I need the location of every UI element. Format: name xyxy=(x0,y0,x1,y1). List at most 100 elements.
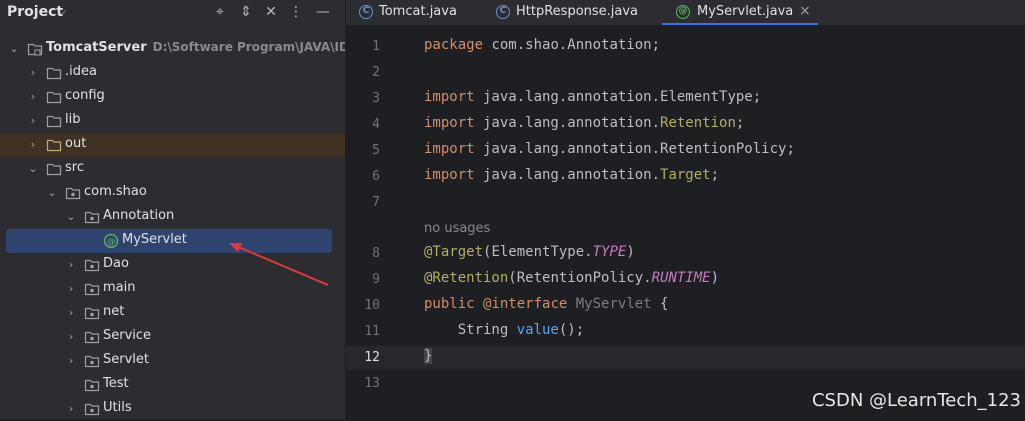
line-number: 8 xyxy=(372,246,380,261)
package-icon xyxy=(84,211,100,224)
code-token: @Target xyxy=(424,244,484,260)
tree-item-label: TomcatServer xyxy=(46,40,147,55)
source-folder-icon xyxy=(46,163,62,176)
code-token: import xyxy=(424,141,475,157)
tree-item-annotation[interactable]: ⌄ Annotation xyxy=(0,205,345,229)
project-title[interactable]: Project xyxy=(7,4,63,20)
code-line: import java.lang.annotation.Target; xyxy=(424,167,719,183)
module-folder-icon xyxy=(27,43,43,56)
tree-item-servlet[interactable]: › Servlet xyxy=(0,349,345,373)
package-icon xyxy=(84,355,100,368)
code-token: @interface xyxy=(483,296,568,312)
code-token: (RetentionPolicy. xyxy=(508,270,652,286)
chevron-right-icon[interactable]: › xyxy=(27,137,39,153)
tree-item-label: main xyxy=(103,280,136,295)
annotation-icon: @ xyxy=(676,5,690,19)
tab-httpresponse-java[interactable]: C HttpResponse.java xyxy=(486,0,662,25)
current-line-highlight xyxy=(346,346,1025,370)
locate-icon[interactable]: ⌖ xyxy=(211,3,229,21)
package-icon xyxy=(84,259,100,272)
chevron-right-icon[interactable]: › xyxy=(27,89,39,105)
tree-item-idea[interactable]: › .idea xyxy=(0,61,345,85)
expand-all-icon[interactable]: ⇕ xyxy=(237,3,255,21)
code-token: ; xyxy=(752,89,762,105)
code-token: java.lang.annotation. xyxy=(474,167,661,183)
code-line: import java.lang.annotation.Retention; xyxy=(424,115,744,131)
folder-icon xyxy=(46,91,62,104)
tree-item-out[interactable]: › out xyxy=(0,133,345,157)
package-icon xyxy=(65,187,81,200)
line-number: 12 xyxy=(364,350,380,365)
chevron-right-icon[interactable]: › xyxy=(65,329,77,345)
code-token: Target xyxy=(660,167,711,183)
chevron-down-icon[interactable]: ⌵ xyxy=(57,4,66,19)
tree-item-label: out xyxy=(65,136,87,151)
package-icon xyxy=(84,379,100,392)
tree-item-label: src xyxy=(65,160,84,175)
line-number: 2 xyxy=(372,65,380,80)
class-icon: C xyxy=(496,5,510,19)
code-line: import java.lang.annotation.ElementType; xyxy=(424,89,761,105)
package-icon xyxy=(84,403,100,416)
line-number: 7 xyxy=(372,195,380,210)
usage-hint[interactable]: no usages xyxy=(424,221,490,236)
code-line: public @interface MyServlet { xyxy=(424,296,668,312)
code-token: TYPE xyxy=(592,244,627,260)
code-token: RetentionPolicy xyxy=(660,141,787,157)
code-line: package com.shao.Annotation; xyxy=(424,37,660,53)
collapse-all-icon[interactable]: ✕ xyxy=(262,3,280,21)
tree-item-src[interactable]: ⌄ src xyxy=(0,157,345,181)
watermark: CSDN @LearnTech_123 xyxy=(811,390,1021,411)
chevron-down-icon[interactable]: ⌄ xyxy=(8,41,20,57)
tree-item-label: MyServlet xyxy=(122,232,187,247)
tree-item-lib[interactable]: › lib xyxy=(0,109,345,133)
tree-item-test[interactable]: Test xyxy=(0,373,345,397)
tree-item-label: lib xyxy=(65,112,81,127)
tree-item-net[interactable]: › net xyxy=(0,301,345,325)
tree-item-utils[interactable]: › Utils xyxy=(0,397,345,421)
code-token: ) xyxy=(626,244,635,260)
chevron-right-icon[interactable]: › xyxy=(65,401,77,417)
chevron-right-icon[interactable]: › xyxy=(65,353,77,369)
code-token: } xyxy=(424,348,433,364)
chevron-down-icon[interactable]: ⌄ xyxy=(46,185,58,201)
package-icon xyxy=(84,307,100,320)
excluded-folder-icon xyxy=(46,139,62,152)
code-token: java.lang.annotation. xyxy=(474,141,661,157)
tab-tomcat-java[interactable]: C Tomcat.java xyxy=(346,0,486,25)
tab-myservlet-java[interactable]: @ MyServlet.java × xyxy=(662,0,818,25)
close-tab-icon[interactable]: × xyxy=(799,3,811,19)
more-options-icon[interactable]: ⋮ xyxy=(287,3,305,21)
tab-label: HttpResponse.java xyxy=(516,4,639,19)
line-number: 3 xyxy=(372,91,380,106)
hide-panel-icon[interactable]: — xyxy=(314,3,332,21)
chevron-right-icon[interactable]: › xyxy=(65,281,77,297)
project-panel: Project ⌵ ⌖ ⇕ ✕ ⋮ — ⌄ TomcatServer D:\Sof… xyxy=(0,0,371,421)
tab-label: Tomcat.java xyxy=(379,4,457,19)
class-icon: C xyxy=(359,5,373,19)
code-line: @Target(ElementType.TYPE) xyxy=(424,244,635,260)
chevron-right-icon[interactable]: › xyxy=(65,305,77,321)
line-number: 10 xyxy=(364,298,380,313)
line-number: 5 xyxy=(372,143,380,158)
code-token: ; xyxy=(710,167,720,183)
tree-item-config[interactable]: › config xyxy=(0,85,345,109)
code-token: package xyxy=(424,37,484,53)
tree-item-com-shao[interactable]: ⌄ com.shao xyxy=(0,181,345,205)
tree-item-service[interactable]: › Service xyxy=(0,325,345,349)
folder-icon xyxy=(46,115,62,128)
chevron-down-icon[interactable]: ⌄ xyxy=(65,209,77,225)
code-token: (ElementType. xyxy=(483,244,593,260)
svg-text:@: @ xyxy=(107,238,116,248)
chevron-right-icon[interactable]: › xyxy=(65,257,77,273)
line-number: 1 xyxy=(372,39,380,54)
chevron-right-icon[interactable]: › xyxy=(27,65,39,81)
chevron-right-icon[interactable]: › xyxy=(27,113,39,129)
code-line: import java.lang.annotation.RetentionPol… xyxy=(424,141,795,157)
package-icon xyxy=(84,283,100,296)
tree-item-label: com.shao xyxy=(84,184,147,199)
tree-item-tomcatserver[interactable]: ⌄ TomcatServer D:\Software Program\JAVA\I… xyxy=(0,37,371,61)
tree-item-label: Servlet xyxy=(103,352,149,367)
code-token: import xyxy=(424,167,475,183)
chevron-down-icon[interactable]: ⌄ xyxy=(27,161,39,177)
